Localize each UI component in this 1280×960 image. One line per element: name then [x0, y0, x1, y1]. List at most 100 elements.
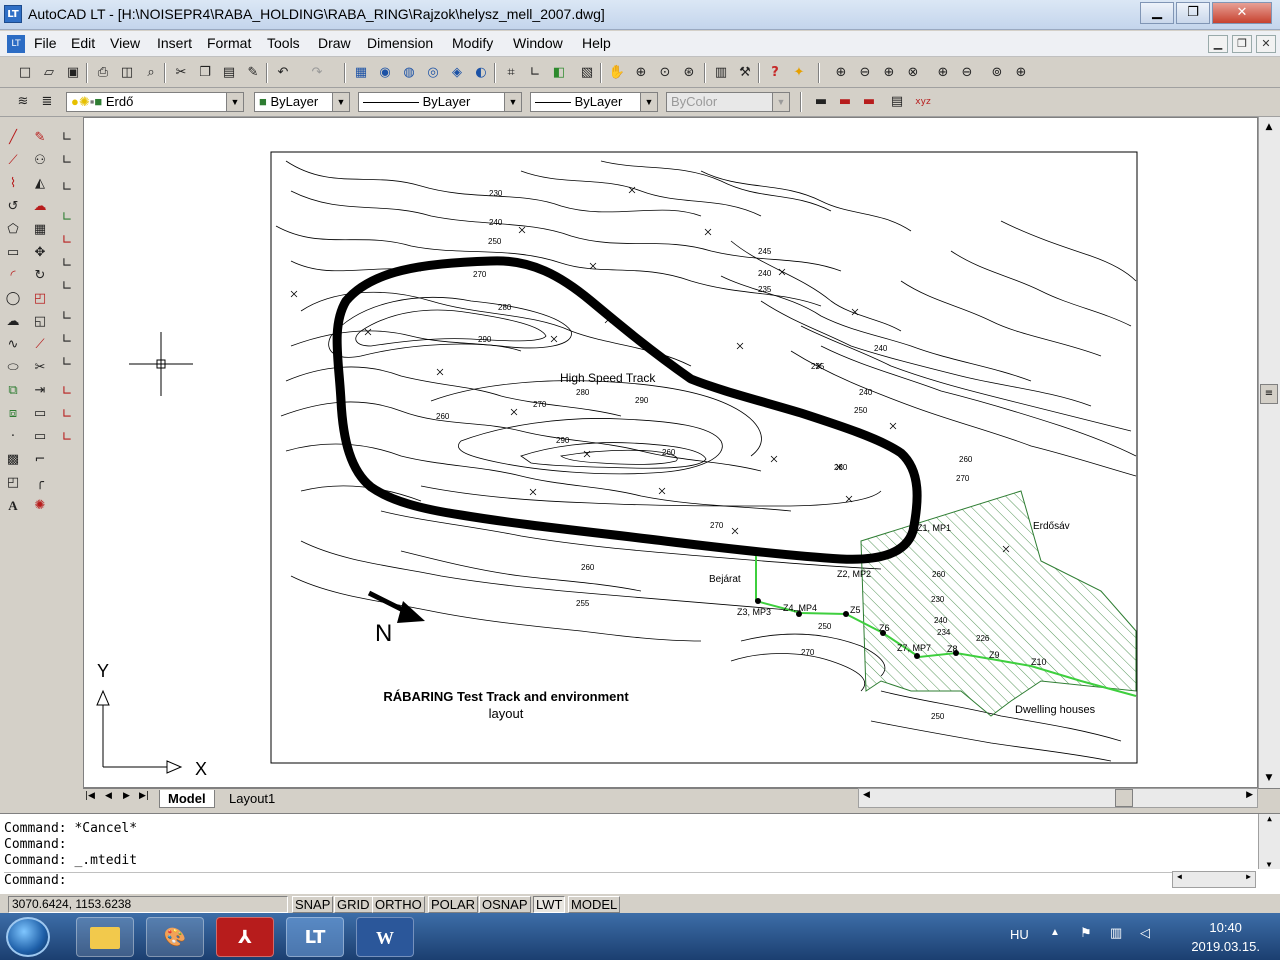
scroll-down-icon[interactable]: ▼ — [1261, 770, 1277, 786]
zoom-window-icon[interactable]: ⊙ — [654, 62, 676, 84]
ray-icon[interactable]: ⟋ — [1, 150, 25, 172]
show-hidden-icons-icon[interactable]: ▲ — [1050, 927, 1060, 938]
network-icon[interactable]: ▥ — [1110, 925, 1122, 941]
web-icon[interactable]: ◎ — [422, 62, 444, 84]
match-properties-icon[interactable]: ✎ — [242, 62, 264, 84]
doc-minimize-button[interactable]: ▁ — [1208, 35, 1228, 53]
menu-draw[interactable]: Draw — [318, 35, 351, 51]
ucs-z-icon[interactable]: ∟ — [55, 329, 79, 351]
layer-select[interactable]: ●✺▪■ Erdő ▼ — [66, 92, 244, 112]
chevron-down-icon[interactable]: ▼ — [332, 93, 349, 111]
scroll-left-icon[interactable]: ◀ — [1177, 872, 1182, 881]
doc-close-button[interactable]: ✕ — [1256, 35, 1276, 53]
tip-icon[interactable]: ✦ — [788, 62, 810, 84]
layer-previous-icon[interactable]: ≣ — [36, 91, 58, 113]
rectangle-icon[interactable]: ▭ — [1, 242, 25, 264]
word-icon[interactable]: W — [356, 917, 414, 957]
save-icon[interactable]: ▣ — [62, 62, 84, 84]
break-icon[interactable]: ▭ — [28, 403, 52, 425]
tab-first-icon[interactable]: |◀ — [85, 791, 95, 801]
scroll-up-icon[interactable]: ▲ — [1259, 814, 1280, 823]
point-icon[interactable]: · — [1, 426, 25, 448]
zoom-previous-icon[interactable]: ⊛ — [678, 62, 700, 84]
ucs-previous-icon[interactable]: ∟ — [55, 150, 79, 172]
ucs-object-icon[interactable]: ∟ — [55, 253, 79, 275]
mtext-icon[interactable]: A — [1, 495, 25, 517]
publish-icon[interactable]: ◍ — [398, 62, 420, 84]
named-views-icon[interactable]: ▧ — [576, 62, 598, 84]
zoom-extents-icon[interactable]: ⊗ — [902, 62, 924, 84]
tab-last-icon[interactable]: ▶| — [139, 791, 149, 801]
arc-icon[interactable]: ◜ — [1, 265, 25, 287]
make-current-icon[interactable]: ▬ — [834, 91, 856, 113]
paint-icon[interactable]: 🎨 — [146, 917, 204, 957]
scale-icon[interactable]: ◰ — [28, 288, 52, 310]
zoom-center-icon[interactable]: ⊖ — [956, 62, 978, 84]
browse-icon[interactable]: ◈ — [446, 62, 468, 84]
array-icon[interactable]: ▦ — [28, 219, 52, 241]
close-button[interactable]: ✕ — [1212, 2, 1272, 24]
ucs-y-icon[interactable]: ∟ — [55, 404, 79, 426]
globe-icon[interactable]: ◐ — [470, 62, 492, 84]
drawing-canvas[interactable]: 230 240 250 270 280 290 245 240 235 235 … — [83, 117, 1258, 788]
line-icon[interactable]: ╱ — [1, 127, 25, 149]
hscroll-thumb[interactable] — [1115, 789, 1133, 807]
revcloud-icon[interactable]: ☁ — [1, 311, 25, 333]
help-icon[interactable]: ? — [764, 62, 786, 84]
autocad-lt-taskbar-icon[interactable]: LT — [286, 917, 344, 957]
lwt-toggle[interactable]: LWT — [533, 896, 566, 913]
chamfer-icon[interactable]: ⌐ — [28, 449, 52, 471]
coordinate-readout[interactable]: 3070.6424, 1153.6238 — [8, 896, 288, 913]
scroll-right-icon[interactable]: ▶ — [1246, 790, 1253, 800]
layer-manager-icon[interactable]: ≋ — [12, 91, 34, 113]
explode-icon[interactable]: ✺ — [28, 495, 52, 517]
ucs-view-icon[interactable]: ∟ — [55, 306, 79, 328]
document-icon[interactable]: LT — [7, 35, 25, 53]
new-file-icon[interactable]: □ — [14, 62, 36, 84]
ucs-zrot-icon[interactable]: ∟ — [55, 427, 79, 449]
pan-icon[interactable]: ✋ — [606, 62, 628, 84]
cut-icon[interactable]: ✂ — [170, 62, 192, 84]
color-select[interactable]: ■ ByLayer ▼ — [254, 92, 350, 112]
ucs-zaxis-icon[interactable]: ∟ — [55, 207, 79, 229]
menu-modify[interactable]: Modify — [452, 35, 493, 51]
stretch-icon[interactable]: ◱ — [28, 311, 52, 333]
ucs-world-icon[interactable]: ∟ — [55, 127, 79, 149]
maximize-button[interactable]: ❐ — [1176, 2, 1210, 24]
command-scrollbar[interactable]: ▲ ▼ — [1258, 814, 1280, 869]
menu-window[interactable]: Window — [513, 35, 563, 51]
extend-icon[interactable]: ⇥ — [28, 380, 52, 402]
layer-icon[interactable]: ◧ — [548, 62, 570, 84]
menu-file[interactable]: File — [34, 35, 57, 51]
ucs-origin-icon[interactable]: ∟ — [55, 177, 79, 199]
explorer-icon[interactable] — [76, 917, 134, 957]
snap-toggle[interactable]: SNAP — [292, 896, 334, 913]
zoom-dynamic-icon[interactable]: ⊕ — [1010, 62, 1032, 84]
tool-palette-icon[interactable]: ⚒ — [734, 62, 756, 84]
erase-icon[interactable]: ✎ — [28, 127, 52, 149]
ucs-face-icon[interactable]: ∟ — [55, 276, 79, 298]
print-icon[interactable]: ⎙ — [92, 62, 114, 84]
tab-model[interactable]: Model — [159, 790, 215, 808]
lengthen-icon[interactable]: ⟋ — [28, 334, 52, 356]
redo-icon[interactable]: ↷ — [306, 62, 328, 84]
menu-help[interactable]: Help — [582, 35, 611, 51]
minimize-button[interactable]: ▁ — [1140, 2, 1174, 24]
vertical-scrollbar[interactable]: ▲ ≡ ▼ — [1258, 117, 1280, 788]
tab-prev-icon[interactable]: ◀ — [105, 791, 112, 801]
copy-icon[interactable]: ❐ — [194, 62, 216, 84]
polar-toggle[interactable]: POLAR — [428, 896, 479, 913]
hatch-icon[interactable]: ▩ — [1, 449, 25, 471]
xyz-icon[interactable]: xyz — [912, 91, 934, 113]
zoom-all-icon[interactable]: ⊕ — [878, 62, 900, 84]
tab-next-icon[interactable]: ▶ — [123, 791, 130, 801]
zoom-out-icon[interactable]: ⊖ — [854, 62, 876, 84]
scroll-right-icon[interactable]: ▶ — [1246, 872, 1251, 881]
layer-state-icon[interactable]: ▬ — [810, 91, 832, 113]
paste-icon[interactable]: ▤ — [218, 62, 240, 84]
scroll-thumb[interactable]: ≡ — [1260, 384, 1278, 404]
menu-dimension[interactable]: Dimension — [367, 35, 433, 51]
circle-icon[interactable]: ◯ — [1, 288, 25, 310]
grid-toggle[interactable]: GRID — [334, 896, 373, 913]
start-button[interactable] — [6, 917, 50, 957]
